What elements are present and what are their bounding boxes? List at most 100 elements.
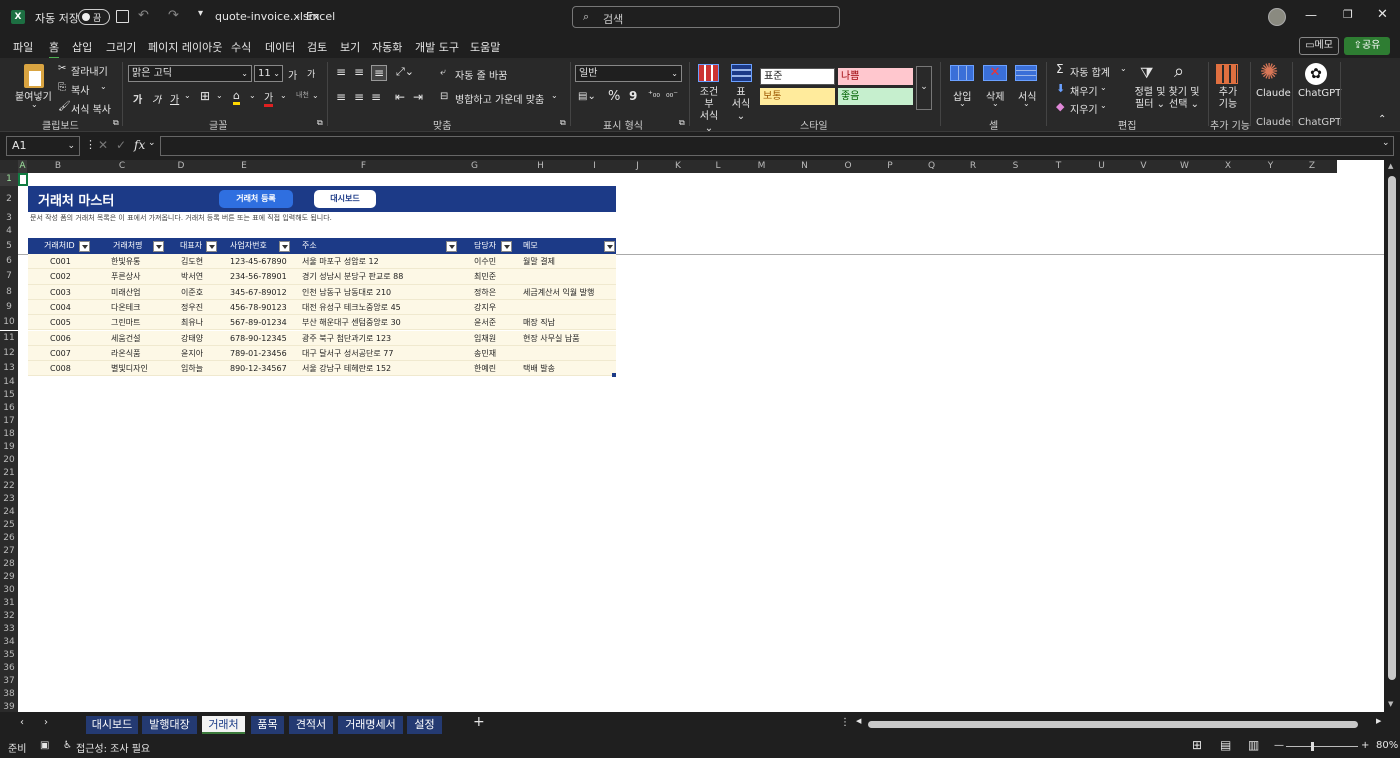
close-icon[interactable]: ✕ [1377,7,1388,22]
font-size-select[interactable]: 11 ⌄ [254,65,283,82]
row-header[interactable]: 23 [0,493,18,507]
row-header[interactable]: 12 [0,345,18,362]
cell-client-id[interactable]: C006 [50,331,71,346]
fill-color-dropdown-icon[interactable]: ⌄ [249,91,256,100]
italic-button[interactable]: 가 [152,91,161,106]
fill-color-icon[interactable]: ⌂ [233,89,240,105]
column-header[interactable]: L [692,160,744,173]
comma-button[interactable]: 9 [629,89,637,103]
row-header[interactable]: 34 [0,636,18,650]
column-header[interactable]: E [207,160,281,173]
row-header[interactable]: 16 [0,402,18,416]
row-header[interactable]: 29 [0,571,18,585]
column-header[interactable]: Y [1254,160,1287,173]
tab-split-handle[interactable]: ⋮ [840,717,850,728]
insert-function-button[interactable]: fx [134,138,145,152]
menu-insert[interactable]: 삽입 [72,39,92,55]
style-neutral[interactable]: 보통 [760,88,835,105]
cell-manager[interactable]: 임채원 [474,331,496,346]
menu-help[interactable]: 도움말 [470,39,500,55]
cell-memo[interactable]: 현장 사무실 납품 [523,331,580,346]
font-launcher-icon[interactable]: ⧉ [317,118,323,128]
find-select-button[interactable]: 찾기 및 선택 ⌄ [1168,87,1200,111]
cell-address[interactable]: 인천 남동구 남동대로 210 [302,285,391,300]
clear-icon[interactable]: ◆ [1056,100,1064,113]
column-header[interactable]: M [744,160,779,173]
column-header[interactable]: P [866,160,914,173]
cell-memo[interactable]: 매장 직납 [523,315,555,330]
page-break-view-icon[interactable]: ▥ [1248,738,1259,752]
row-header[interactable]: 9 [0,299,18,316]
row-header[interactable]: 22 [0,480,18,494]
cell-client-name[interactable]: 푸른상사 [111,269,140,284]
row-header[interactable]: 24 [0,506,18,520]
row-header[interactable]: 37 [0,675,18,689]
horizontal-scroll-thumb[interactable] [868,721,1358,728]
row-header[interactable]: 5 [0,238,18,254]
align-bottom-icon[interactable]: ≡ [371,65,388,81]
row-header[interactable]: 32 [0,610,18,624]
copy-button[interactable]: 복사 [71,82,89,97]
filter-biz-no[interactable] [279,241,290,252]
cell-biz-no[interactable]: 123-45-67890 [230,254,287,269]
align-launcher-icon[interactable]: ⧉ [560,118,566,128]
cell-client-id[interactable]: C002 [50,269,71,284]
zoom-in-icon[interactable]: + [1361,740,1369,751]
cell-client-name[interactable]: 세움건설 [111,331,140,346]
wrap-text-button[interactable]: 자동 줄 바꿈 [455,67,507,82]
column-header[interactable]: G [446,160,503,173]
macro-record-icon[interactable]: ▣ [40,740,49,751]
zoom-level[interactable]: 80% [1376,740,1398,751]
paste-icon[interactable] [24,64,44,88]
cell-client-id[interactable]: C005 [50,315,71,330]
cell-biz-no[interactable]: 456-78-90123 [230,300,287,315]
cell-ceo[interactable]: 강태양 [181,331,203,346]
fill-button[interactable]: 채우기 [1070,83,1098,98]
column-header[interactable]: T [1034,160,1083,173]
register-client-button[interactable]: 거래처 등록 [219,190,293,208]
style-bad[interactable]: 나쁨 [838,68,913,85]
format-dropdown-icon[interactable]: ⌄ [1023,99,1030,108]
cell-manager[interactable]: 송민재 [474,346,496,361]
redo-icon[interactable]: ↷ [168,8,179,23]
column-header[interactable]: O [830,160,866,173]
wrap-text-icon[interactable]: ⤶ [440,67,446,78]
cell-ceo[interactable]: 윤지아 [181,346,203,361]
column-header[interactable]: C [89,160,155,173]
column-header[interactable]: N [779,160,830,173]
column-header[interactable]: K [664,160,692,173]
menu-data[interactable]: 데이터 [265,39,295,55]
row-header[interactable]: 14 [0,376,18,390]
hscroll-right-icon[interactable]: ▶ [1376,717,1381,725]
format-painter-button[interactable]: 서식 복사 [71,101,111,116]
fill-dropdown-icon[interactable]: ⌄ [1100,83,1107,92]
cell-memo[interactable]: 월말 결제 [523,254,555,269]
font-color-dropdown-icon[interactable]: ⌄ [280,91,287,100]
number-format-select[interactable]: 일반 ⌄ [575,65,682,82]
cell-address[interactable]: 서울 마포구 성암로 12 [302,254,379,269]
save-icon[interactable] [116,10,129,23]
share-button[interactable]: ⇪공유 [1344,37,1390,55]
style-good[interactable]: 좋음 [838,88,913,105]
column-header[interactable]: R [949,160,997,173]
cut-icon[interactable]: ✂ [58,63,66,74]
cell-ceo[interactable]: 김도현 [181,254,203,269]
cell-ceo[interactable]: 최유나 [181,315,203,330]
autosum-icon[interactable]: Σ [1056,62,1064,76]
row-header[interactable]: 38 [0,688,18,702]
menu-page-layout[interactable]: 페이지 레이아웃 [148,39,222,55]
tab-clients[interactable]: 거래처 [202,716,245,734]
conditional-format-icon[interactable] [698,64,719,82]
delete-cells-icon[interactable]: ✕ [983,65,1007,81]
row-header[interactable]: 35 [0,649,18,663]
column-header[interactable]: Q [914,160,949,173]
copy-icon[interactable]: ⎘ [58,82,66,93]
cell-address[interactable]: 서울 강남구 테헤란로 152 [302,361,391,376]
filter-manager[interactable] [501,241,512,252]
cell-client-name[interactable]: 미래산업 [111,285,140,300]
phonetic-dropdown-icon[interactable]: ⌄ [312,91,319,100]
sort-filter-button[interactable]: 정렬 및 필터 ⌄ [1134,87,1166,111]
row-header[interactable]: 28 [0,558,18,572]
border-icon[interactable]: ⊞ [200,89,210,103]
cell-client-name[interactable]: 한빛유통 [111,254,140,269]
